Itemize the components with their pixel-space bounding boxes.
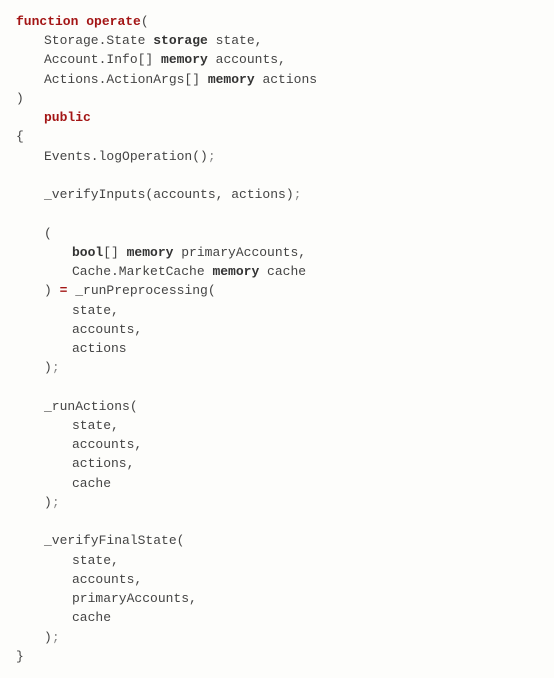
line-14: state, [16, 303, 119, 318]
arg: state, [72, 418, 119, 433]
brackets: [] [103, 245, 126, 260]
line-22: cache [16, 476, 111, 491]
line-26: accounts, [16, 572, 142, 587]
line-10: ( [16, 226, 52, 241]
semicolon: ; [52, 360, 60, 375]
line-28: cache [16, 610, 111, 625]
semicolon: ; [52, 495, 60, 510]
var-name: primaryAccounts, [173, 245, 306, 260]
param-name: accounts, [208, 52, 286, 67]
param-type: Account.Info[] [44, 52, 161, 67]
semicolon: ; [52, 630, 60, 645]
line-12: Cache.MarketCache memory cache [16, 264, 306, 279]
memory-kw: memory [127, 245, 174, 260]
line-20: accounts, [16, 437, 142, 452]
line-17: ); [16, 360, 60, 375]
function-name: operate [86, 14, 141, 29]
line-25: state, [16, 553, 119, 568]
arg: cache [72, 476, 111, 491]
paren-close: ) [44, 283, 60, 298]
arg: accounts, [72, 437, 142, 452]
keyword-function: function [16, 14, 78, 29]
line-3: Account.Info[] memory accounts, [16, 52, 286, 67]
line-27: primaryAccounts, [16, 591, 197, 606]
line-7: { [16, 129, 24, 144]
arg: cache [72, 610, 111, 625]
line-23: ); [16, 495, 60, 510]
arg: actions [72, 341, 127, 356]
stmt: Events.logOperation() [44, 149, 208, 164]
param-name: state, [208, 33, 263, 48]
arg: state, [72, 303, 119, 318]
param-name: actions [255, 72, 317, 87]
memory-kw: memory [161, 52, 208, 67]
call: _runPreprocessing( [67, 283, 215, 298]
stmt: _verifyInputs(accounts, actions) [44, 187, 294, 202]
line-1: function operate( [16, 14, 149, 29]
semicolon: ; [294, 187, 302, 202]
call: _verifyFinalState( [44, 533, 184, 548]
param-type: Actions.ActionArgs[] [44, 72, 208, 87]
arg: actions, [72, 456, 134, 471]
semicolon: ; [208, 149, 216, 164]
line-2: Storage.State storage state, [16, 33, 262, 48]
keyword-public: public [44, 110, 91, 125]
paren-open: ( [44, 226, 52, 241]
line-21: actions, [16, 456, 134, 471]
code-block: function operate( Storage.State storage … [16, 12, 538, 666]
line-13: ) = _runPreprocessing( [16, 283, 216, 298]
line-8: Events.logOperation(); [16, 149, 216, 164]
line-4: Actions.ActionArgs[] memory actions [16, 72, 317, 87]
line-11: bool[] memory primaryAccounts, [16, 245, 306, 260]
param-type: Storage.State [44, 33, 153, 48]
paren-close: ) [44, 495, 52, 510]
line-18: _runActions( [16, 399, 138, 414]
arg: primaryAccounts, [72, 591, 197, 606]
type-bool: bool [72, 245, 103, 260]
line-6: public [16, 110, 91, 125]
var-name: cache [259, 264, 306, 279]
arg: accounts, [72, 322, 142, 337]
memory-kw: memory [208, 72, 255, 87]
paren-close: ) [44, 630, 52, 645]
line-15: accounts, [16, 322, 142, 337]
line-5: ) [16, 91, 24, 106]
line-9: _verifyInputs(accounts, actions); [16, 187, 301, 202]
paren-close: ) [44, 360, 52, 375]
call: _runActions( [44, 399, 138, 414]
storage-kw: storage [153, 33, 208, 48]
arg: accounts, [72, 572, 142, 587]
line-24: _verifyFinalState( [16, 533, 184, 548]
line-29: ); [16, 630, 60, 645]
line-16: actions [16, 341, 127, 356]
type-cache: Cache.MarketCache [72, 264, 212, 279]
line-19: state, [16, 418, 119, 433]
paren-open: ( [141, 14, 149, 29]
arg: state, [72, 553, 119, 568]
memory-kw: memory [212, 264, 259, 279]
line-30: } [16, 649, 24, 664]
